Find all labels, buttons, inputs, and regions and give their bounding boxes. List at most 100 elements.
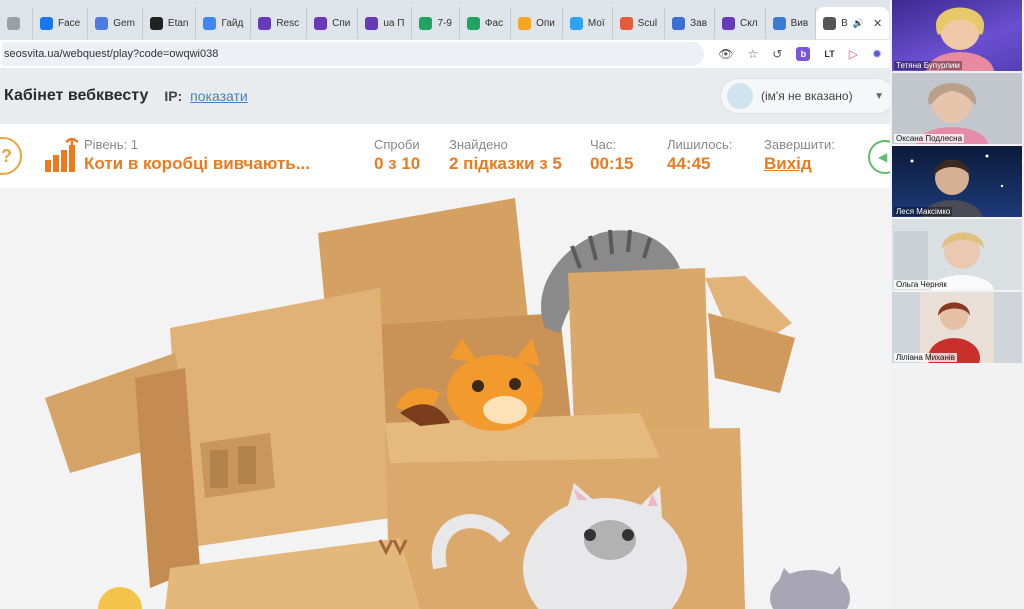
form-icon [314, 16, 328, 30]
browser-tab[interactable]: Гайд [196, 7, 252, 39]
box-left [170, 288, 390, 548]
finish-label: Завершити: [764, 137, 835, 152]
browser-tab[interactable]: Resc [251, 7, 308, 39]
browser-tab[interactable]: Scul [613, 7, 666, 39]
browser-tab-label: Вив [790, 17, 809, 29]
sculpt-icon [619, 16, 633, 30]
attempts-value: 0 з 10 [374, 154, 421, 173]
ip-info: IP: показати [164, 88, 247, 104]
snowflake-icon [772, 16, 786, 30]
close-tab-icon[interactable]: ✕ [873, 17, 882, 30]
extension-gear-icon[interactable]: ✹ [872, 47, 882, 61]
extension-b-icon[interactable]: b [796, 47, 811, 61]
browser-tab[interactable] [0, 7, 33, 39]
browser-tab[interactable]: Мої [563, 7, 613, 39]
found-value: 2 підказки з 5 [449, 154, 562, 173]
browser-tab-label: Зав [690, 17, 708, 29]
extension-capture-icon[interactable]: ↺ [772, 47, 782, 61]
browser-tab-label: Etan [167, 17, 189, 29]
participant-tile[interactable]: Ліліана Миханів [892, 292, 1022, 363]
finish-stat: Завершити: Вихід [764, 137, 835, 174]
time-left-stat: Лишилось: 44:45 [667, 137, 732, 174]
participant-name: Тетяна Бупурлим [894, 61, 962, 70]
browser-tab[interactable]: В 🔊 ✕ [816, 7, 890, 39]
cats-in-boxes-illustration [45, 198, 850, 609]
browser-tab-label: Мої [587, 17, 605, 29]
form-icon [365, 16, 379, 30]
browser-tab-label: Scul [637, 17, 658, 29]
star-icon[interactable]: ☆ [748, 47, 759, 61]
page-title: Кабінет вебквесту [4, 87, 149, 104]
participant-tile[interactable]: Ольга Черняк [892, 219, 1022, 290]
browser-tab[interactable]: Вив [766, 7, 817, 39]
browser-tab[interactable]: Скл [715, 7, 766, 39]
quest-scene[interactable] [0, 188, 890, 609]
level-chart-icon [45, 138, 78, 172]
chevron-down-icon: ▼ [874, 90, 884, 102]
openai-icon [149, 16, 163, 30]
puzzle-icon [569, 16, 583, 30]
time-label: Час: [590, 137, 617, 152]
browser-tab-label: Скл [740, 17, 758, 29]
browser-tab[interactable]: Gem [88, 7, 143, 39]
browser-tab[interactable]: Face [33, 7, 89, 39]
exit-link[interactable]: Вихід [764, 154, 835, 174]
browser-tab[interactable]: Etan [143, 7, 197, 39]
docs-icon [203, 16, 217, 30]
browser-tab-label: Спи [332, 17, 351, 29]
browser-tab[interactable]: ua П [358, 7, 413, 39]
browser-tab[interactable]: Зав [665, 7, 716, 39]
participant-name: Ліліана Миханів [894, 353, 957, 362]
quest-stats-bar: ? Рівень: 1 Коти в коробці вивчають... С… [0, 124, 902, 188]
participant-tile[interactable]: Леся Максімко [892, 146, 1022, 217]
browser-tab-label: В [841, 17, 848, 29]
user-name: (ім'я не вказано) [761, 89, 853, 103]
level-title: Коти в коробці вивчають... [84, 154, 310, 173]
browser-tab-label: Опи [536, 17, 555, 29]
drive-icon [466, 16, 480, 30]
extension-play-icon[interactable]: ▷ [849, 47, 858, 61]
extension-translate-icon[interactable]: LT [824, 49, 834, 59]
video-call-panel: Тетяна Бупурлим Оксана Подлесна Леся Мак… [890, 0, 1024, 609]
speaker-icon [823, 16, 837, 30]
eye-off-icon[interactable]: 👁 [718, 47, 733, 61]
browser-tab[interactable]: Спи [307, 7, 359, 39]
drive-icon [419, 16, 433, 30]
miro-icon [518, 16, 532, 30]
attempts-stat: Спроби 0 з 10 [374, 137, 420, 174]
show-ip-link[interactable]: показати [190, 88, 248, 104]
app-header: Кабінет вебквесту IP: показати (ім'я не … [0, 68, 895, 124]
attempts-label: Спроби [374, 137, 420, 152]
avatar [727, 83, 753, 109]
participant-tile[interactable]: Тетяна Бупурлим [892, 0, 1022, 71]
time-left-value: 44:45 [667, 154, 711, 173]
participant-name: Оксана Подлесна [894, 134, 965, 143]
browser-tab-label: Гайд [221, 17, 244, 29]
browser-tab-label: ua П [383, 17, 405, 29]
time-value: 00:15 [590, 154, 634, 173]
participant-name: Ольга Черняк [894, 280, 949, 289]
user-menu[interactable]: (ім'я не вказано) ▼ [720, 78, 895, 114]
screen: Face Gem Etan Гайд Resc Спи ua П 7-9 Фас Опи Мої Sc… [0, 0, 1024, 609]
help-button[interactable]: ? [0, 137, 22, 175]
browser-tab[interactable]: Фас [460, 7, 512, 39]
time-left-label: Лишилось: [667, 137, 733, 152]
browser-tab-label: Resc [276, 17, 300, 29]
found-stat: Знайдено 2 підказки з 5 [449, 137, 562, 174]
address-bar-actions: 👁 ☆ ↺ b LT ▷ ✹ [704, 47, 890, 61]
url-field[interactable]: seosvita.ua/webquest/play?code=owqwi038 [2, 42, 705, 66]
tab-audio-icon: 🔊 [852, 17, 865, 28]
browser-tab[interactable]: Опи [511, 7, 563, 39]
level-label: Рівень: 1 [84, 137, 138, 152]
participant-tile[interactable]: Оксана Подлесна [892, 73, 1022, 144]
browser-tab-label: Face [58, 17, 81, 29]
generic-icon [7, 16, 20, 30]
browser-tab[interactable]: 7-9 [412, 7, 460, 39]
browser-tab-label: Фас [484, 17, 504, 29]
help-label: ? [1, 145, 12, 166]
classroom-icon [672, 16, 686, 30]
speaker-icon: ◀ [878, 150, 888, 164]
browser-tab-label: Gem [113, 17, 135, 29]
form-icon [258, 16, 272, 30]
form-icon [722, 16, 736, 30]
